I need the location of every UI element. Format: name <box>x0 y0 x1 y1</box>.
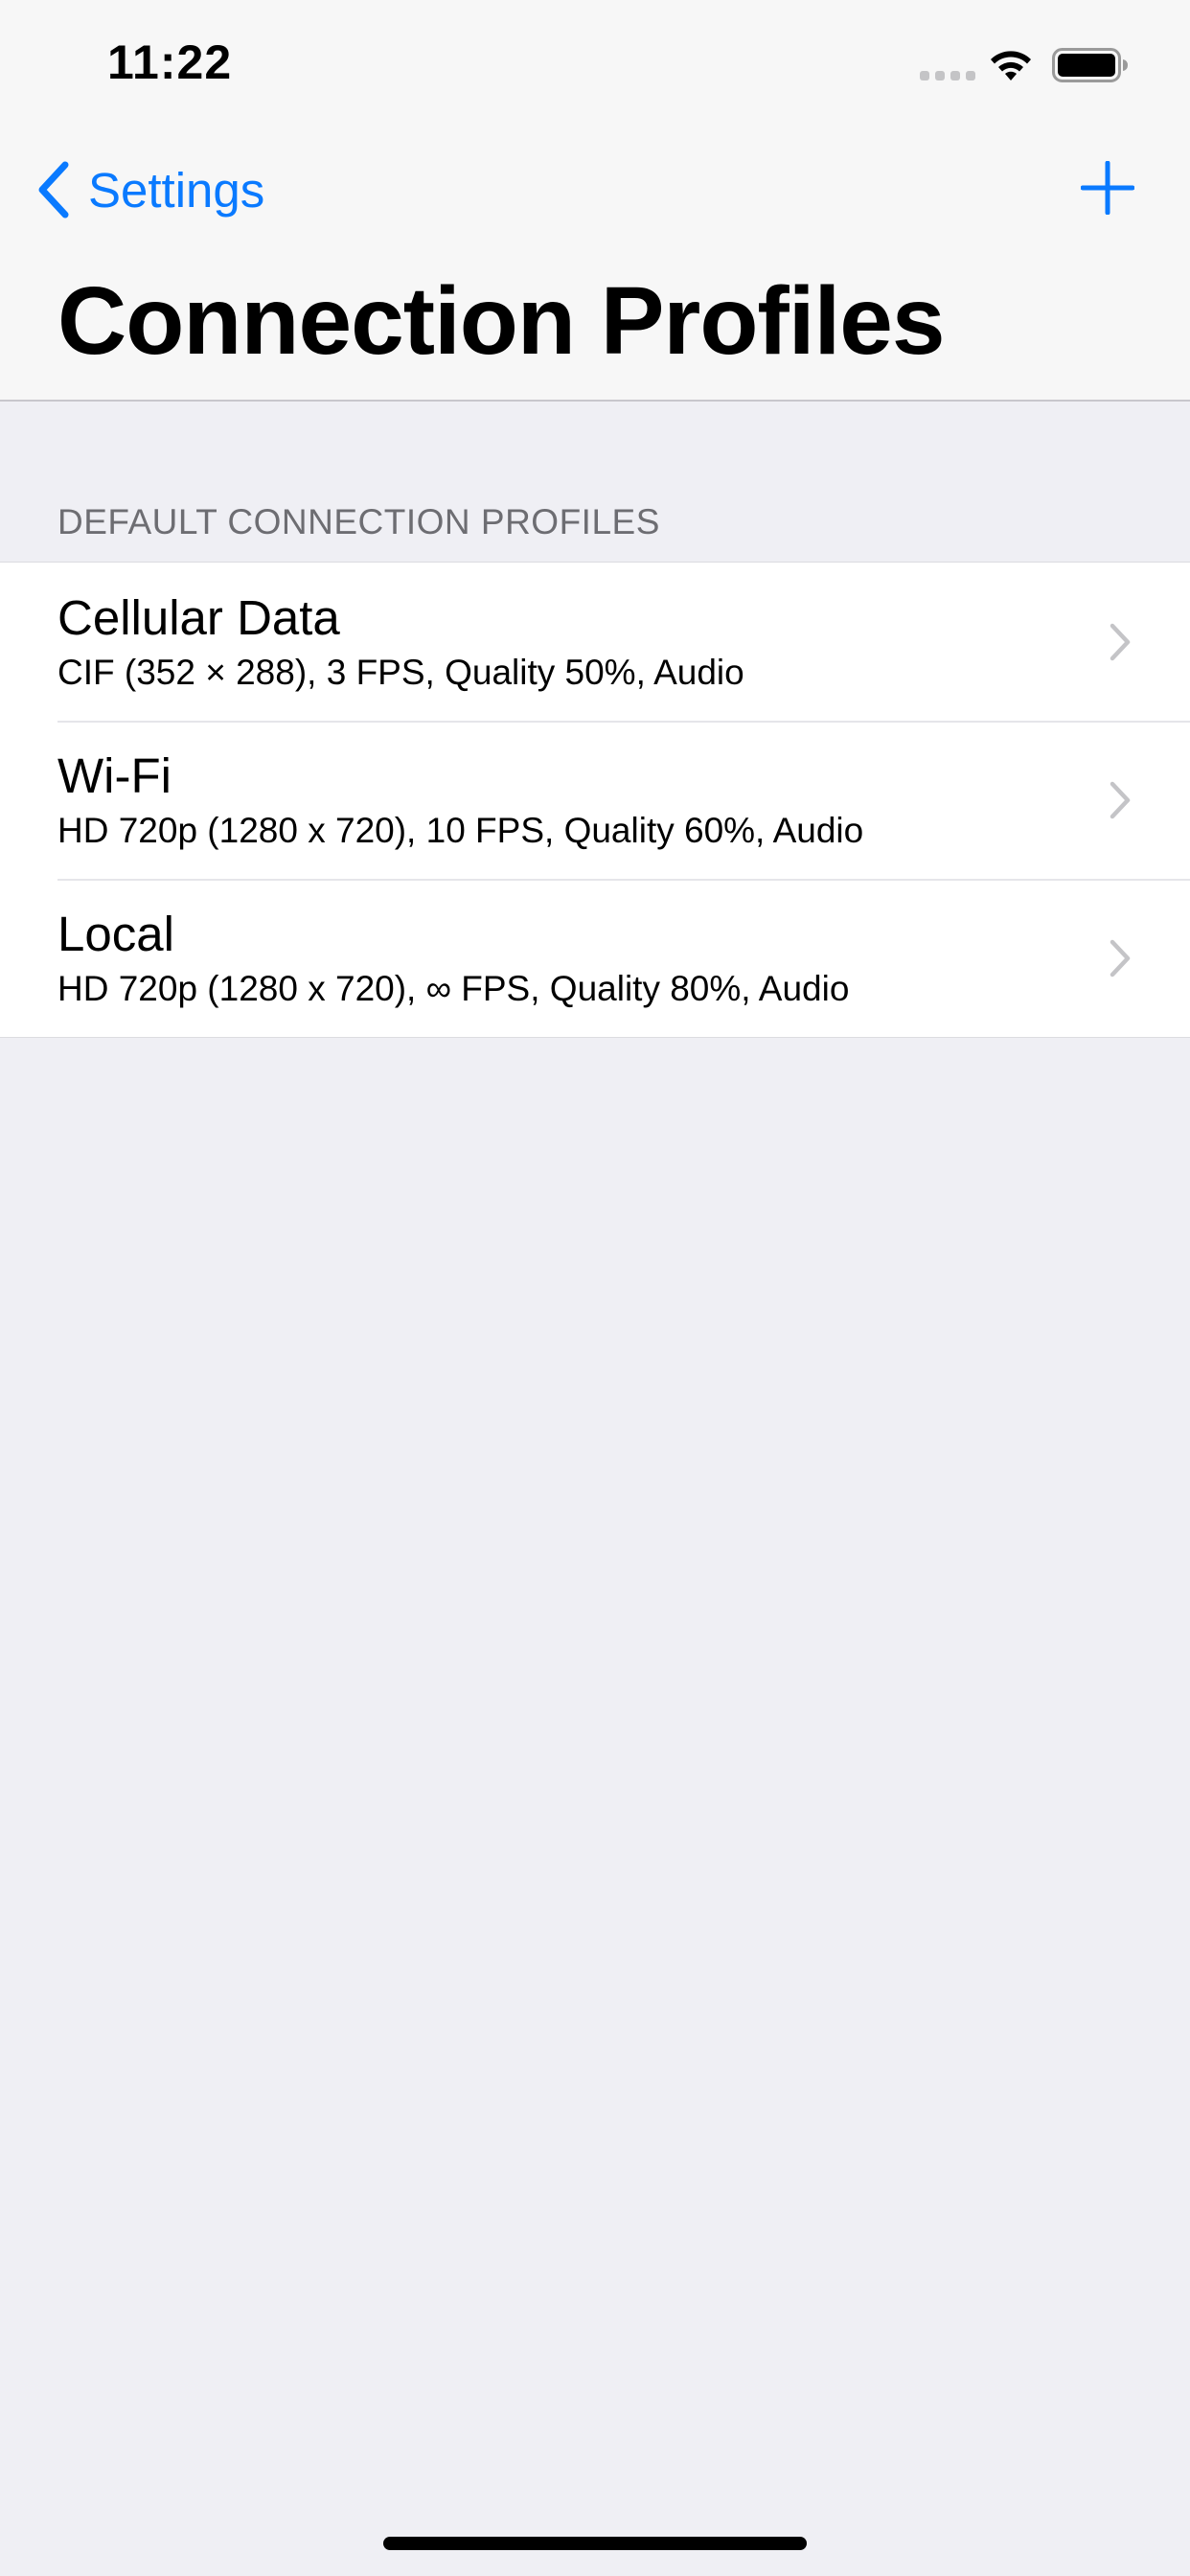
plus-icon[interactable] <box>1081 161 1134 215</box>
battery-icon <box>1052 48 1128 82</box>
chevron-left-icon <box>38 161 69 218</box>
wifi-icon <box>991 51 1031 80</box>
status-time: 11:22 <box>107 35 233 89</box>
chevron-right-icon <box>1110 939 1131 978</box>
list-item-title: Cellular Data <box>57 590 340 645</box>
chevron-right-icon <box>1110 623 1131 661</box>
list-item-cellular-data[interactable]: Cellular Data CIF (352 × 288), 3 FPS, Qu… <box>0 563 1190 721</box>
navigation-header: 11:22 Settings Connection Profiles <box>0 0 1190 402</box>
list-item-title: Local <box>57 907 174 961</box>
chevron-right-icon <box>1110 781 1131 819</box>
list-item-title: Wi-Fi <box>57 748 172 803</box>
connection-profiles-screen: 11:22 Settings Connection Profiles DEFAU… <box>0 0 1190 2576</box>
page-title: Connection Profiles <box>57 267 946 375</box>
list-item-subtitle: CIF (352 × 288), 3 FPS, Quality 50%, Aud… <box>57 653 744 692</box>
section-header: DEFAULT CONNECTION PROFILES <box>57 502 660 541</box>
list-item-wifi[interactable]: Wi-Fi HD 720p (1280 x 720), 10 FPS, Qual… <box>0 721 1190 879</box>
cellular-signal-icon <box>920 71 975 80</box>
back-button[interactable]: Settings <box>34 153 264 226</box>
list-item-subtitle: HD 720p (1280 x 720), 10 FPS, Quality 60… <box>57 811 864 850</box>
list-item-subtitle: HD 720p (1280 x 720), ∞ FPS, Quality 80%… <box>57 969 850 1008</box>
list-item-local[interactable]: Local HD 720p (1280 x 720), ∞ FPS, Quali… <box>0 879 1190 1037</box>
home-indicator[interactable] <box>383 2537 807 2550</box>
back-button-label: Settings <box>88 162 265 218</box>
profiles-list: Cellular Data CIF (352 × 288), 3 FPS, Qu… <box>0 562 1190 1038</box>
